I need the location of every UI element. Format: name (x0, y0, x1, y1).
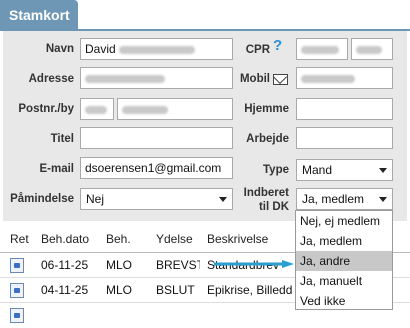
indberet-label-line2: til DK (258, 201, 289, 213)
adresse-field[interactable] (80, 67, 233, 89)
chevron-down-icon (379, 197, 387, 202)
dropdown-option[interactable]: Ja, medlem (296, 231, 392, 251)
email-label: E-mail (39, 163, 74, 175)
chevron-down-icon (219, 197, 227, 202)
col-header-beh[interactable]: Beh. (106, 232, 131, 246)
redacted-text (85, 105, 107, 114)
email-field[interactable]: dsoerensen1@gmail.com (80, 157, 233, 179)
dropdown-option[interactable]: Nej, ej medlem (296, 211, 392, 231)
envelope-icon[interactable] (273, 74, 288, 85)
indberet-label: Indberet til DK (240, 186, 289, 214)
hjemme-field[interactable] (296, 98, 393, 120)
redacted-text (301, 74, 355, 83)
indberet-select[interactable]: Ja, medlem (296, 188, 393, 210)
row-beh: MLO (106, 283, 133, 297)
cpr-label: CPR (245, 44, 270, 56)
document-icon[interactable] (10, 283, 24, 298)
type-label: Type (263, 164, 289, 176)
chevron-down-icon (379, 168, 387, 173)
type-value: Mand (302, 163, 333, 177)
postnr-field[interactable] (80, 98, 114, 120)
type-select[interactable]: Mand (296, 159, 393, 181)
col-header-beskrivelse[interactable]: Beskrivelse (207, 232, 268, 246)
titel-field[interactable] (80, 127, 233, 149)
adresse-label: Adresse (28, 73, 74, 85)
arbejde-label: Arbejde (246, 133, 289, 145)
row-ydelse: BREVSTI (156, 258, 200, 272)
navn-value: David (85, 42, 116, 56)
indberet-value: Ja, medlem (302, 192, 365, 206)
row-ydelse: BSLUT (156, 283, 195, 297)
pointer-arrow-icon (214, 260, 294, 268)
by-field[interactable] (117, 98, 233, 120)
postnr-label: Postnr./by (18, 103, 74, 115)
document-icon (10, 308, 24, 323)
cpr-date-field[interactable] (296, 38, 348, 60)
redacted-text (301, 45, 339, 54)
indberet-label-line1: Indberet (243, 187, 289, 199)
redacted-text (85, 74, 165, 83)
navn-field[interactable]: David (80, 38, 233, 60)
paamindelse-value: Nej (86, 192, 105, 206)
mobil-label: Mobil (239, 73, 270, 85)
help-icon[interactable]: ? (273, 37, 282, 54)
redacted-text (356, 45, 382, 54)
arbejde-field[interactable] (296, 127, 393, 149)
dropdown-option-highlighted[interactable]: Ja, andre (296, 251, 392, 271)
row-beh: MLO (106, 258, 133, 272)
paamindelse-label: Påmindelse (10, 193, 74, 205)
dropdown-option[interactable]: Ved ikke (296, 291, 392, 311)
mobil-field[interactable] (296, 67, 393, 89)
col-header-behdato[interactable]: Beh.dato (41, 232, 89, 246)
paamindelse-select[interactable]: Nej (80, 188, 233, 210)
col-header-ret[interactable]: Ret (10, 232, 29, 246)
indberet-dropdown-list: Nej, ej medlem Ja, medlem Ja, andre Ja, … (295, 210, 393, 310)
hjemme-label: Hjemme (244, 103, 289, 115)
row-date: 04-11-25 (41, 283, 89, 297)
row-beskrivelse: Epikrise, Billeddi (207, 283, 293, 297)
cpr-number-field[interactable] (351, 38, 393, 60)
document-icon[interactable] (10, 258, 24, 273)
titel-label: Titel (50, 133, 74, 145)
redacted-text (119, 45, 196, 54)
col-header-ydelse[interactable]: Ydelse (156, 232, 193, 246)
navn-label: Navn (45, 43, 74, 55)
row-date: 06-11-25 (41, 258, 89, 272)
redacted-text (122, 105, 168, 114)
dropdown-option[interactable]: Ja, manuelt (296, 271, 392, 291)
tab-stamkort[interactable]: Stamkort (0, 0, 78, 30)
